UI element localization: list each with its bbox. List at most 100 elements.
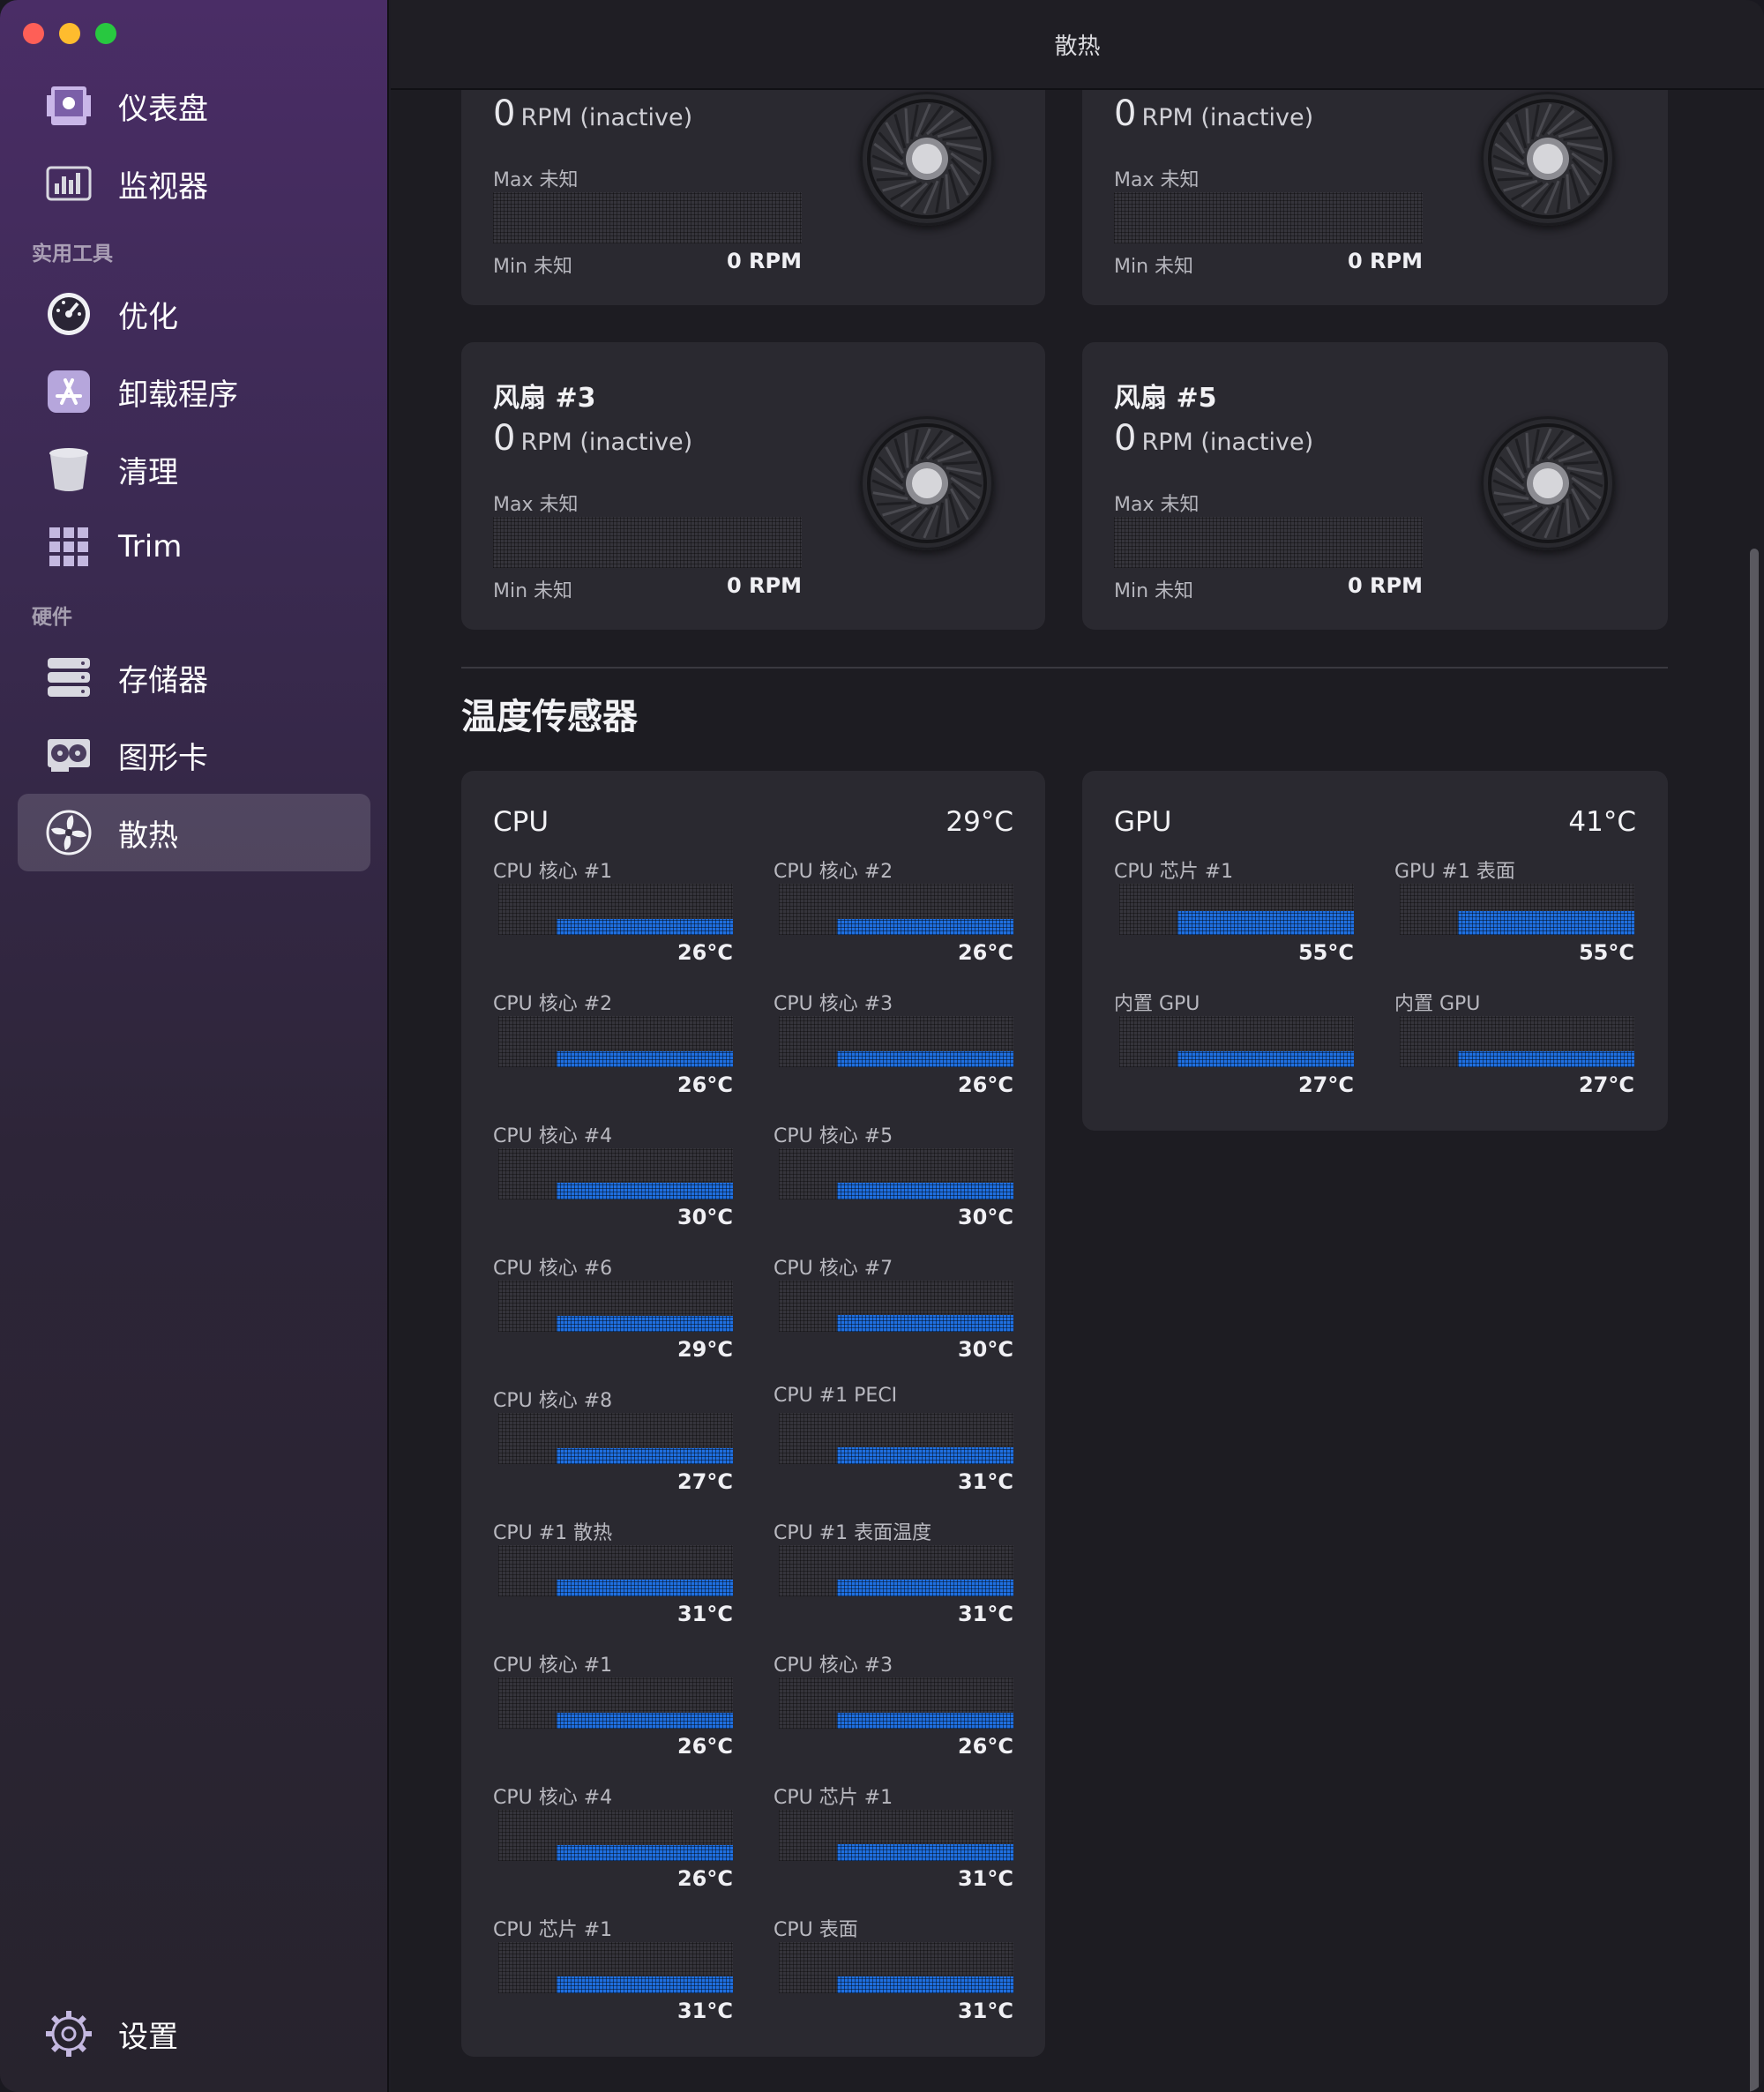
sensor-level-bar	[557, 1976, 733, 1993]
sidebar-item-trim[interactable]: Trim	[18, 508, 370, 586]
sensor-value: 26°C	[676, 1866, 733, 1891]
gpu-card-title: GPU	[1114, 806, 1172, 838]
temperature-section-title: 温度传感器	[461, 697, 638, 737]
cpu-sensor: CPU 核心 #3 26°C	[774, 988, 1013, 1111]
close-window-button[interactable]	[23, 23, 44, 44]
cpu-card-temperature: 29°C	[946, 806, 1013, 838]
sidebar: 仪表盘 监视器 实用工具 优化 卸载程序 清理 Trim 硬件 存储器 图形卡 …	[0, 0, 389, 2092]
sidebar-item-dashboard[interactable]: 仪表盘	[18, 67, 370, 145]
cpu-sensor: CPU 核心 #4 26°C	[493, 1782, 733, 1905]
sidebar-item-storage[interactable]: 存储器	[18, 639, 370, 716]
sidebar-item-optimize[interactable]: 优化	[18, 275, 370, 353]
sensor-value: 27°C	[1297, 1072, 1354, 1097]
sensor-graph	[498, 884, 733, 935]
sensor-level-bar	[837, 1183, 1013, 1199]
sensor-value: 27°C	[676, 1469, 733, 1494]
sensor-graph	[779, 884, 1013, 935]
sidebar-item-settings[interactable]: 设置	[18, 1995, 370, 2073]
sensor-graph	[1119, 884, 1354, 935]
sensor-level-bar	[837, 1976, 1013, 1993]
zoom-window-button[interactable]	[95, 23, 116, 44]
sidebar-item-label: 存储器	[118, 662, 208, 699]
cpu-sensor: CPU 核心 #5 30°C	[774, 1120, 1013, 1244]
fan-title: 风扇 #3	[493, 383, 596, 414]
sensor-level-bar	[1177, 1051, 1354, 1067]
monitor-icon	[46, 161, 92, 206]
gpu-sensor: 内置 GPU 27°C	[1394, 988, 1634, 1111]
sensor-value: 31°C	[957, 1602, 1013, 1626]
storage-icon	[46, 654, 92, 700]
sensor-name: CPU #1 散热	[493, 1522, 613, 1544]
sensor-value: 26°C	[676, 940, 733, 965]
sidebar-item-label: 设置	[118, 2019, 178, 2055]
cpu-sensor: CPU #1 散热 31°C	[493, 1517, 733, 1640]
cpu-card-title: CPU	[493, 806, 549, 838]
sensor-level-bar	[557, 1845, 733, 1861]
sidebar-item-clean[interactable]: 清理	[18, 430, 370, 508]
sensor-graph	[498, 1148, 733, 1199]
sensor-value: 30°C	[676, 1205, 733, 1229]
fan-rpm: 0 RPM (inactive)	[493, 93, 693, 134]
fan-min-value: 0 RPM	[1347, 573, 1423, 598]
sidebar-item-uninstaller[interactable]: 卸载程序	[18, 353, 370, 430]
sensor-level-bar	[837, 1315, 1013, 1332]
sidebar-item-monitor[interactable]: 监视器	[18, 145, 370, 222]
sensor-level-bar	[1458, 1051, 1634, 1067]
fan-max-label: Max 未知	[1114, 169, 1200, 191]
cpu-sensor: CPU 核心 #2 26°C	[493, 988, 733, 1111]
cpu-sensor: CPU 核心 #2 26°C	[774, 855, 1013, 979]
cpu-sensor: CPU 核心 #4 30°C	[493, 1120, 733, 1244]
sensor-value: 31°C	[676, 1602, 733, 1626]
sidebar-item-label: 优化	[118, 299, 178, 335]
sensor-name: CPU 核心 #6	[493, 1258, 613, 1280]
cpu-sensor: CPU 核心 #7 30°C	[774, 1252, 1013, 1376]
sensor-graph	[779, 1810, 1013, 1861]
grid-icon	[46, 524, 92, 570]
scrollbar[interactable]	[1743, 90, 1764, 2092]
sensor-value: 55°C	[1297, 940, 1354, 965]
gear-icon	[46, 2011, 92, 2057]
sensor-name: CPU 芯片 #1	[493, 1919, 613, 1941]
sensor-graph	[779, 1413, 1013, 1464]
sidebar-item-graphics[interactable]: 图形卡	[18, 716, 370, 794]
graphics-card-icon	[46, 732, 92, 778]
fan-min-value: 0 RPM	[726, 249, 802, 273]
cpu-sensor: CPU #1 PECI 31°C	[774, 1385, 1013, 1508]
sensor-graph	[779, 1942, 1013, 1993]
sensor-value: 26°C	[957, 1734, 1013, 1759]
fan-graph	[1114, 192, 1423, 243]
gpu-card-temperature: 41°C	[1568, 806, 1636, 838]
sensor-value: 26°C	[957, 1072, 1013, 1097]
sensor-value: 31°C	[957, 1866, 1013, 1891]
sensor-name: CPU 核心 #2	[774, 861, 893, 883]
sidebar-item-cooling[interactable]: 散热	[18, 794, 370, 871]
sensor-value: 29°C	[676, 1337, 733, 1362]
sidebar-section-hardware: 硬件	[32, 606, 72, 629]
sensor-name: CPU 核心 #5	[774, 1125, 893, 1147]
sensor-name: CPU 核心 #4	[493, 1787, 613, 1809]
section-divider	[461, 667, 1668, 669]
app-window: 仪表盘 监视器 实用工具 优化 卸载程序 清理 Trim 硬件 存储器 图形卡 …	[0, 0, 1764, 2092]
sensor-level-bar	[557, 1183, 733, 1199]
fan-graph	[493, 517, 802, 568]
fan-min-value: 0 RPM	[1347, 249, 1423, 273]
sensor-value: 26°C	[676, 1734, 733, 1759]
fan-card-1: 0 RPM (inactive) Max 未知 Min 未知 0 RPM	[461, 53, 1045, 305]
sensor-name: CPU 核心 #7	[774, 1258, 893, 1280]
gpu-sensor: CPU 芯片 #1 55°C	[1114, 855, 1354, 979]
fan-illustration-icon	[860, 416, 994, 550]
sensor-value: 31°C	[957, 1469, 1013, 1494]
sensor-level-bar	[837, 1051, 1013, 1067]
fan-max-label: Max 未知	[493, 494, 579, 516]
scrollbar-thumb[interactable]	[1750, 549, 1759, 2092]
fan-max-label: Max 未知	[493, 169, 579, 191]
sidebar-item-label: 清理	[118, 454, 178, 490]
fan-rpm: 0 RPM (inactive)	[1114, 93, 1314, 134]
sensor-name: CPU 核心 #4	[493, 1125, 613, 1147]
sensor-name: CPU 表面	[774, 1919, 858, 1941]
minimize-window-button[interactable]	[59, 23, 80, 44]
sensor-level-bar	[557, 919, 733, 935]
sensor-level-bar	[557, 1316, 733, 1332]
sidebar-item-label: 图形卡	[118, 740, 208, 776]
sensor-graph	[1400, 1016, 1634, 1067]
